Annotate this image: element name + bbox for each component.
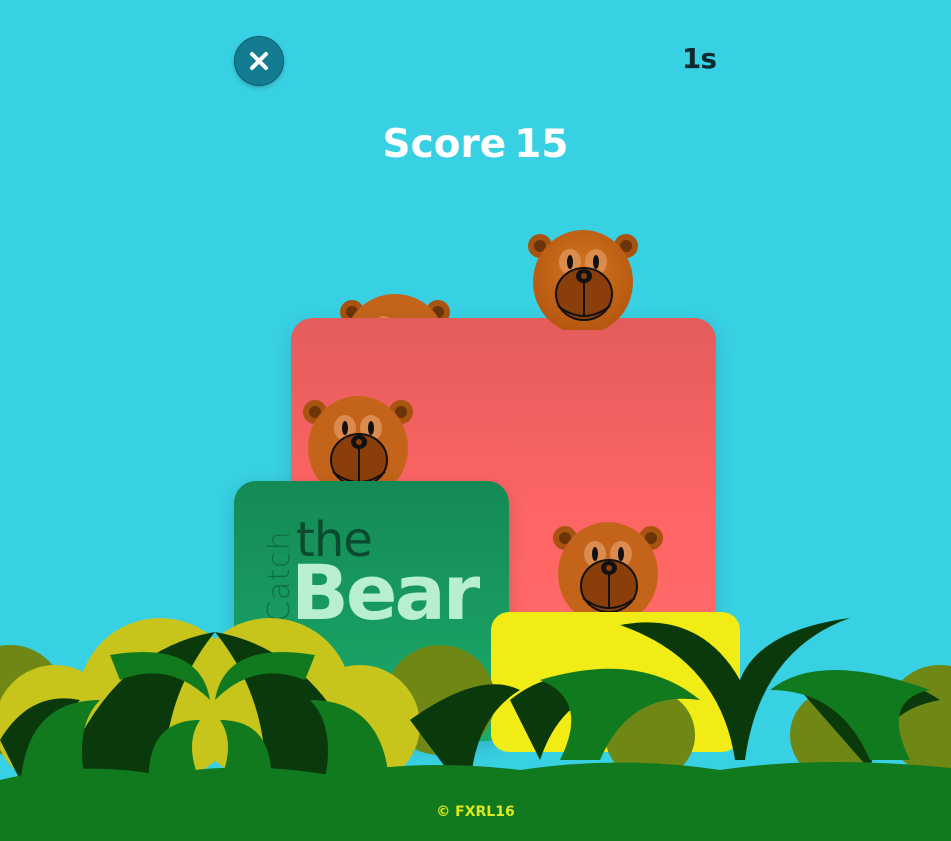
jungle-foliage	[0, 618, 951, 841]
copyright-text: © FXRL16	[436, 804, 515, 820]
